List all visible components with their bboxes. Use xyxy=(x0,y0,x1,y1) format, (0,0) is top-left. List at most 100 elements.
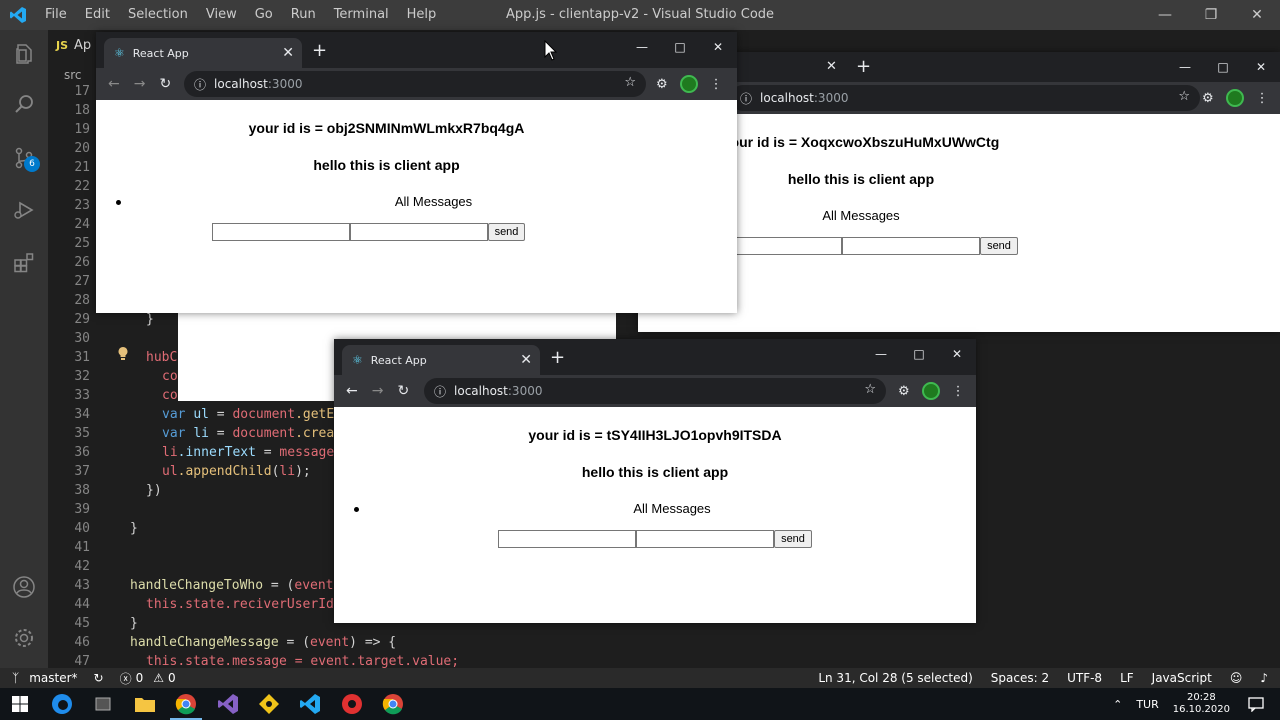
address-bar[interactable]: ⓘ localhost:3000 ☆ xyxy=(184,71,646,97)
menu-view[interactable]: View xyxy=(197,0,246,30)
extensions-puzzle-icon[interactable]: ⚙ xyxy=(656,77,668,92)
receiver-id-input[interactable] xyxy=(211,223,350,241)
profile-avatar-icon[interactable] xyxy=(679,75,698,93)
screen-recorder-icon[interactable] xyxy=(340,692,364,716)
send-button[interactable]: send xyxy=(487,223,526,241)
message-input[interactable] xyxy=(842,237,981,255)
git-kraken-icon[interactable] xyxy=(257,692,281,716)
edge-icon[interactable] xyxy=(50,692,74,716)
info-icon: ⓘ xyxy=(740,91,753,106)
bullet xyxy=(354,507,359,512)
message-input[interactable] xyxy=(349,223,488,241)
extensions-puzzle-icon[interactable]: ⚙ xyxy=(898,384,910,399)
clock[interactable]: 20:28 16.10.2020 xyxy=(1173,692,1230,716)
profile-avatar-icon[interactable] xyxy=(921,382,940,400)
visual-studio-icon[interactable] xyxy=(216,692,240,716)
input-language[interactable]: TUR xyxy=(1136,698,1158,711)
minimize-icon[interactable]: — xyxy=(623,32,661,62)
send-button[interactable]: send xyxy=(774,530,812,548)
bookmark-star-icon[interactable]: ☆ xyxy=(1178,89,1190,104)
url-port: :3000 xyxy=(267,77,303,91)
editor-tab[interactable]: JS Ap xyxy=(56,38,91,53)
chrome-icon[interactable] xyxy=(174,692,198,716)
profile-avatar-icon[interactable] xyxy=(1225,89,1244,107)
file-explorer-icon[interactable] xyxy=(133,692,157,716)
maximize-icon[interactable]: □ xyxy=(900,339,938,369)
extensions-icon[interactable] xyxy=(8,246,40,278)
menu-kebab-icon[interactable]: ⋮ xyxy=(952,384,965,399)
feedback-icon[interactable]: ☺ xyxy=(1230,671,1243,685)
menu-selection[interactable]: Selection xyxy=(119,0,197,30)
bookmark-star-icon[interactable]: ☆ xyxy=(624,75,636,90)
message-input[interactable] xyxy=(636,530,775,548)
error-count[interactable]: 0 xyxy=(136,671,144,685)
breadcrumb[interactable]: src xyxy=(64,68,82,82)
close-icon[interactable]: ✕ xyxy=(699,32,737,62)
line-ending[interactable]: LF xyxy=(1120,671,1134,685)
minimize-icon[interactable]: — xyxy=(1166,52,1204,82)
reload-icon[interactable]: ↻ xyxy=(159,76,171,92)
forward-arrow-icon[interactable]: → xyxy=(372,383,384,399)
menu-terminal[interactable]: Terminal xyxy=(325,0,398,30)
forward-arrow-icon[interactable]: → xyxy=(134,76,146,92)
warning-count[interactable]: 0 xyxy=(168,671,176,685)
explorer-icon[interactable] xyxy=(8,38,40,70)
minimize-icon[interactable]: — xyxy=(862,339,900,369)
notification-icon[interactable] xyxy=(1244,692,1268,716)
list-item: All Messages xyxy=(116,194,737,209)
windows-start-icon[interactable] xyxy=(8,692,32,716)
js-file-icon: JS xyxy=(56,39,69,52)
menu-run[interactable]: Run xyxy=(282,0,325,30)
restore-icon[interactable]: ❐ xyxy=(1188,0,1234,30)
back-arrow-icon[interactable]: ← xyxy=(108,76,120,92)
branch-name[interactable]: master* xyxy=(29,671,77,685)
new-tab-icon[interactable]: + xyxy=(312,40,327,61)
page-content: your id is = obj2SNMINmWLmkxR7bq4gA hell… xyxy=(96,100,737,313)
task-view-icon[interactable] xyxy=(91,692,115,716)
send-button[interactable]: send xyxy=(980,237,1018,255)
maximize-icon[interactable]: □ xyxy=(1204,52,1242,82)
menu-kebab-icon[interactable]: ⋮ xyxy=(1256,91,1269,106)
new-tab-icon[interactable]: + xyxy=(550,347,565,368)
tab-close-icon[interactable]: ✕ xyxy=(282,45,294,61)
browser-extensions: ⚙ ⋮ xyxy=(898,375,965,407)
indentation[interactable]: Spaces: 2 xyxy=(991,671,1049,685)
tray-chevron-icon[interactable]: ⌃ xyxy=(1113,698,1122,711)
menu-kebab-icon[interactable]: ⋮ xyxy=(710,77,723,92)
menu-go[interactable]: Go xyxy=(246,0,282,30)
chrome-icon-2[interactable] xyxy=(381,692,405,716)
vscode-titlebar: File Edit Selection View Go Run Terminal… xyxy=(0,0,1280,30)
reload-icon[interactable]: ↻ xyxy=(397,383,409,399)
close-icon[interactable]: ✕ xyxy=(1242,52,1280,82)
tab-close-icon[interactable]: ✕ xyxy=(826,59,837,74)
vscode-taskbar-icon[interactable] xyxy=(298,692,322,716)
menu-edit[interactable]: Edit xyxy=(76,0,119,30)
accounts-icon[interactable] xyxy=(8,571,40,603)
cursor-position[interactable]: Ln 31, Col 28 (5 selected) xyxy=(818,671,972,685)
search-icon[interactable] xyxy=(8,88,40,120)
maximize-icon[interactable]: □ xyxy=(661,32,699,62)
extensions-puzzle-icon[interactable]: ⚙ xyxy=(1202,91,1214,106)
new-tab-icon[interactable]: + xyxy=(856,56,871,77)
bell-icon[interactable]: ♪ xyxy=(1260,671,1268,685)
receiver-id-input[interactable] xyxy=(498,530,637,548)
user-id-text: your id is = tSY4IIH3LJO1opvh9ITSDA xyxy=(528,427,782,443)
bookmark-star-icon[interactable]: ☆ xyxy=(864,382,876,397)
address-bar[interactable]: ⓘ localhost:3000 ☆ xyxy=(730,85,1200,111)
run-debug-icon[interactable] xyxy=(8,194,40,226)
menu-file[interactable]: File xyxy=(36,0,76,30)
tab-react-app[interactable]: ⚛ React App ✕ xyxy=(342,345,540,375)
encoding[interactable]: UTF-8 xyxy=(1067,671,1102,685)
minimize-icon[interactable]: — xyxy=(1142,0,1188,30)
tab-react-app[interactable]: ⚛ React App ✕ xyxy=(104,38,302,68)
menu-help[interactable]: Help xyxy=(398,0,446,30)
close-icon[interactable]: ✕ xyxy=(938,339,976,369)
gear-icon[interactable] xyxy=(8,622,40,654)
address-bar[interactable]: ⓘ localhost:3000 ☆ xyxy=(424,378,886,404)
back-arrow-icon[interactable]: ← xyxy=(346,383,358,399)
browser-window-1: ⚛ React App ✕ + — □ ✕ ← → ↻ ⓘ localhost:… xyxy=(96,32,737,313)
sync-icon[interactable]: ↻ xyxy=(94,671,104,685)
language-mode[interactable]: JavaScript xyxy=(1152,671,1212,685)
close-icon[interactable]: ✕ xyxy=(1234,0,1280,30)
tab-close-icon[interactable]: ✕ xyxy=(520,352,532,368)
